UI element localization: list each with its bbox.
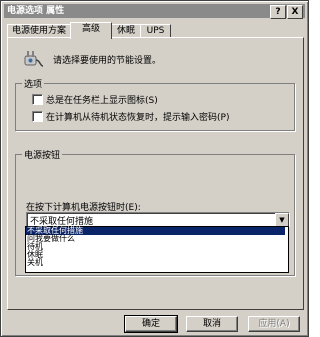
tab-advanced[interactable]: 高级 <box>70 22 112 39</box>
cancel-button[interactable]: 取消 <box>186 316 238 332</box>
dropdown-option[interactable]: 关机 <box>26 259 285 267</box>
close-button[interactable]: X <box>287 5 303 19</box>
dropdown-option[interactable]: 待机 <box>26 243 285 251</box>
dialog-window: 电源选项 属性 ? X 电源使用方案 高级 休眠 UPS 请选择要使用的节能设置… <box>0 0 309 337</box>
chevron-down-icon[interactable]: ▼ <box>275 213 289 227</box>
tab-ups[interactable]: UPS <box>140 24 171 38</box>
intro-text: 请选择要使用的节能设置。 <box>53 56 162 66</box>
tab-power-schemes[interactable]: 电源使用方案 <box>7 24 71 38</box>
dropdown-option[interactable]: 休眠 <box>26 251 285 259</box>
ok-button[interactable]: 确定 <box>124 315 178 333</box>
prompt-password-label[interactable]: 在计算机从待机状态恢复时，提示输入密码(P) <box>46 110 229 123</box>
show-tray-icon-checkbox[interactable] <box>32 94 43 105</box>
help-button[interactable]: ? <box>270 5 286 19</box>
apply-button[interactable]: 应用(A) <box>248 316 300 332</box>
prompt-password-checkbox[interactable] <box>32 111 43 122</box>
options-group: 选项 总是在任务栏上显示图标(S) 在计算机从待机状态恢复时，提示输入密码(P) <box>15 77 295 131</box>
tab-hibernate[interactable]: 休眠 <box>111 24 141 38</box>
title-bar[interactable]: 电源选项 属性 ? X <box>4 4 305 19</box>
power-buttons-legend: 电源按钮 <box>22 148 63 161</box>
window-title: 电源选项 属性 <box>7 6 65 16</box>
options-legend: 选项 <box>22 77 45 90</box>
power-plug-icon <box>24 51 44 67</box>
show-tray-icon-label[interactable]: 总是在任务栏上显示图标(S) <box>46 93 158 106</box>
power-button-dropdown-list: 不采取任何措施 问我要做什么 待机 休眠 关机 <box>25 226 289 273</box>
dropdown-option[interactable]: 问我要做什么 <box>26 235 285 243</box>
power-button-action-select[interactable]: 不采取任何措施 ▼ <box>26 212 290 227</box>
